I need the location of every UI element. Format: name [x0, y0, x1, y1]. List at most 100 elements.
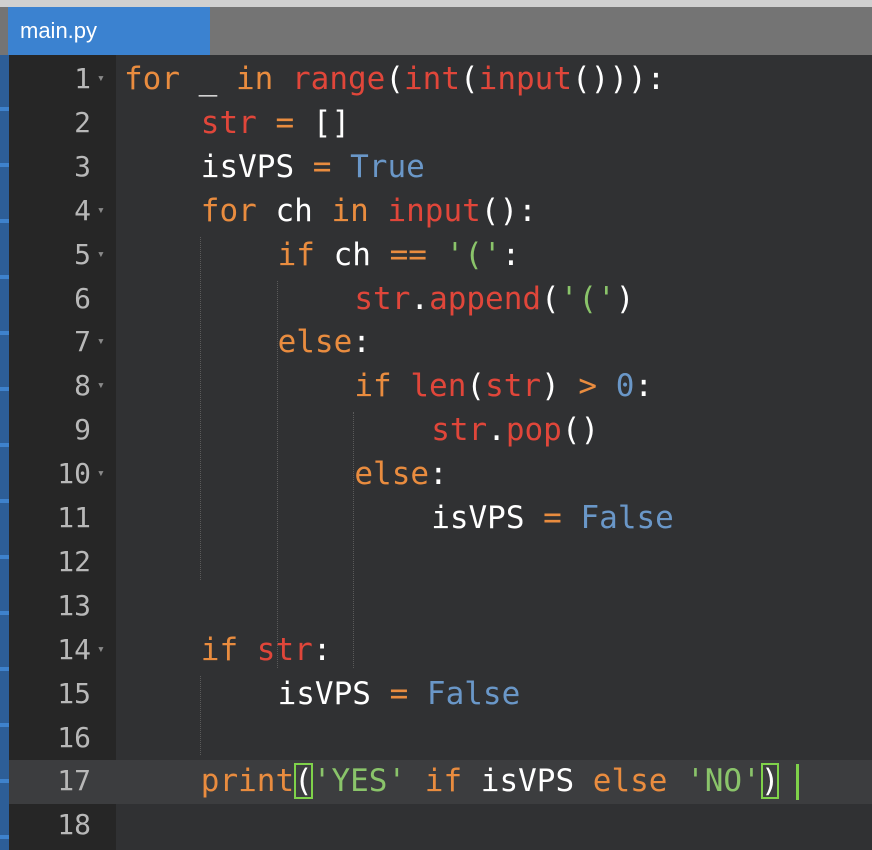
code-token: isVPS	[200, 148, 313, 185]
code-token: isVPS	[462, 763, 593, 800]
line-number: 13	[57, 588, 91, 622]
code-line[interactable]: else:	[278, 320, 371, 364]
code-token: str	[200, 104, 257, 141]
line-number: 5	[74, 237, 91, 271]
code-line[interactable]: for ch in input():	[201, 189, 537, 233]
code-token: (	[385, 61, 404, 97]
code-token: >	[578, 368, 598, 405]
indent-guide	[277, 280, 278, 668]
code-line[interactable]: print('YES' if isVPS else 'NO')	[201, 759, 780, 803]
code-token: if	[354, 368, 392, 405]
code-line[interactable]: str = []	[201, 101, 350, 145]
code-token: (	[466, 368, 486, 405]
code-line[interactable]: for _ in range(int(input())):	[124, 57, 665, 101]
line-number: 15	[57, 676, 91, 710]
line-number: 16	[57, 720, 91, 754]
code-token: ()	[561, 412, 600, 449]
chevron-down-icon[interactable]: ▾	[97, 57, 109, 101]
code-line[interactable]: str.pop()	[431, 408, 599, 452]
code-token: True	[350, 148, 425, 185]
line-number: 4	[74, 193, 91, 227]
code-token: False	[580, 500, 674, 536]
code-token: .	[410, 280, 430, 317]
code-token: input	[387, 192, 481, 229]
code-token: :	[634, 368, 654, 405]
chevron-down-icon[interactable]: ▾	[97, 320, 109, 364]
code-token: if	[424, 763, 463, 800]
code-token: str	[354, 280, 411, 317]
chevron-down-icon[interactable]: ▾	[97, 364, 109, 408]
code-token: else	[354, 456, 430, 493]
line-number: 3	[74, 149, 91, 183]
code-token: []	[294, 104, 351, 141]
indent-guide	[353, 412, 354, 668]
code-token: len	[410, 368, 467, 405]
code-token: :	[352, 324, 371, 361]
tab-main-py[interactable]: main.py	[8, 7, 210, 55]
code-token: :	[312, 631, 332, 668]
code-token: ch	[314, 236, 390, 273]
code-token: print	[200, 763, 295, 800]
code-token: ch	[256, 192, 332, 229]
code-token: '('	[559, 280, 616, 317]
code-line[interactable]: str.append('(')	[354, 277, 634, 321]
code-token: =	[275, 104, 295, 141]
code-token: 0	[615, 368, 635, 405]
code-token: )	[541, 368, 579, 405]
line-number: 12	[57, 544, 91, 578]
code-token: pop	[505, 412, 562, 449]
tab-bar: main.py	[0, 7, 872, 55]
code-line[interactable]: if ch == '(':	[278, 233, 521, 277]
window-top-border	[0, 0, 872, 7]
code-token: ():	[480, 192, 537, 229]
code-token: isVPS	[431, 500, 544, 536]
line-number: 8	[74, 369, 91, 403]
code-token: :	[429, 456, 448, 493]
code-token: (	[541, 280, 560, 317]
code-token: .	[487, 412, 506, 449]
matched-bracket: )	[760, 763, 780, 800]
line-number: 14	[57, 632, 91, 666]
code-token: int	[404, 61, 460, 97]
chevron-down-icon[interactable]: ▾	[97, 628, 109, 672]
code-token: )	[615, 280, 635, 317]
code-token: in	[236, 61, 274, 97]
code-token: _	[180, 61, 236, 97]
line-number: 11	[57, 501, 91, 534]
code-token: for	[124, 61, 180, 97]
code-line[interactable]: isVPS = False	[431, 496, 674, 540]
code-token: (	[460, 61, 479, 97]
matched-bracket: (	[294, 763, 313, 800]
code-token: str	[256, 631, 313, 668]
code-line[interactable]: isVPS = True	[201, 145, 425, 189]
code-line[interactable]: else:	[354, 452, 447, 496]
indent-guide	[200, 236, 201, 580]
code-token: else	[277, 324, 353, 361]
code-token: else	[592, 763, 668, 800]
code-token: append	[429, 280, 542, 317]
text-cursor	[796, 764, 799, 800]
chevron-down-icon[interactable]: ▾	[97, 189, 109, 233]
chevron-down-icon[interactable]: ▾	[97, 452, 109, 496]
line-number: 6	[74, 281, 91, 315]
line-number: 1	[74, 62, 91, 95]
code-token: for	[200, 192, 257, 229]
chevron-down-icon[interactable]: ▾	[97, 233, 109, 277]
code-line[interactable]: if str:	[201, 628, 332, 672]
code-token: ==	[389, 236, 427, 273]
code-line[interactable]: if len(str) > 0:	[354, 364, 653, 408]
code-line[interactable]: isVPS = False	[278, 672, 521, 716]
code-token: in	[331, 192, 369, 229]
line-number: 18	[57, 808, 91, 842]
line-number: 2	[74, 105, 91, 139]
code-token: range	[292, 61, 386, 97]
